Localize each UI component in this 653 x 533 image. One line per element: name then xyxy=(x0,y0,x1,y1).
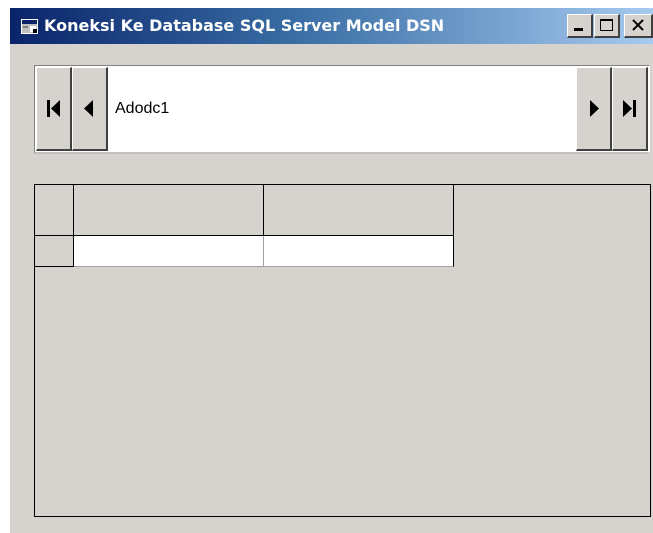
move-first-button[interactable] xyxy=(36,67,72,151)
grid-corner-header[interactable] xyxy=(35,185,74,236)
window-title: Koneksi Ke Database SQL Server Model DSN xyxy=(44,16,445,35)
close-icon xyxy=(632,19,644,31)
data-grid[interactable] xyxy=(34,184,651,517)
grid-column-header[interactable] xyxy=(264,185,454,236)
move-next-icon xyxy=(590,100,599,117)
form-icon[interactable] xyxy=(21,19,38,34)
move-previous-icon xyxy=(84,100,93,117)
maximize-icon xyxy=(600,19,613,31)
minimize-icon xyxy=(574,28,583,31)
title-bar[interactable]: Koneksi Ke Database SQL Server Model DSN xyxy=(10,8,653,44)
move-last-icon xyxy=(623,100,636,117)
move-next-button[interactable] xyxy=(576,67,612,151)
grid-cell[interactable] xyxy=(74,236,264,267)
move-last-button[interactable] xyxy=(612,67,648,151)
adodc-control: Adodc1 xyxy=(34,65,650,154)
maximize-button[interactable] xyxy=(594,14,620,38)
grid-column-header[interactable] xyxy=(74,185,264,236)
grid-cell[interactable] xyxy=(264,236,454,267)
app-window: Koneksi Ke Database SQL Server Model DSN xyxy=(10,8,653,533)
adodc-caption: Adodc1 xyxy=(115,100,170,117)
move-first-icon xyxy=(47,100,60,117)
close-button[interactable] xyxy=(624,14,653,38)
grid-row-selector[interactable] xyxy=(35,236,74,267)
minimize-button[interactable] xyxy=(567,14,593,38)
move-previous-button[interactable] xyxy=(72,67,108,151)
